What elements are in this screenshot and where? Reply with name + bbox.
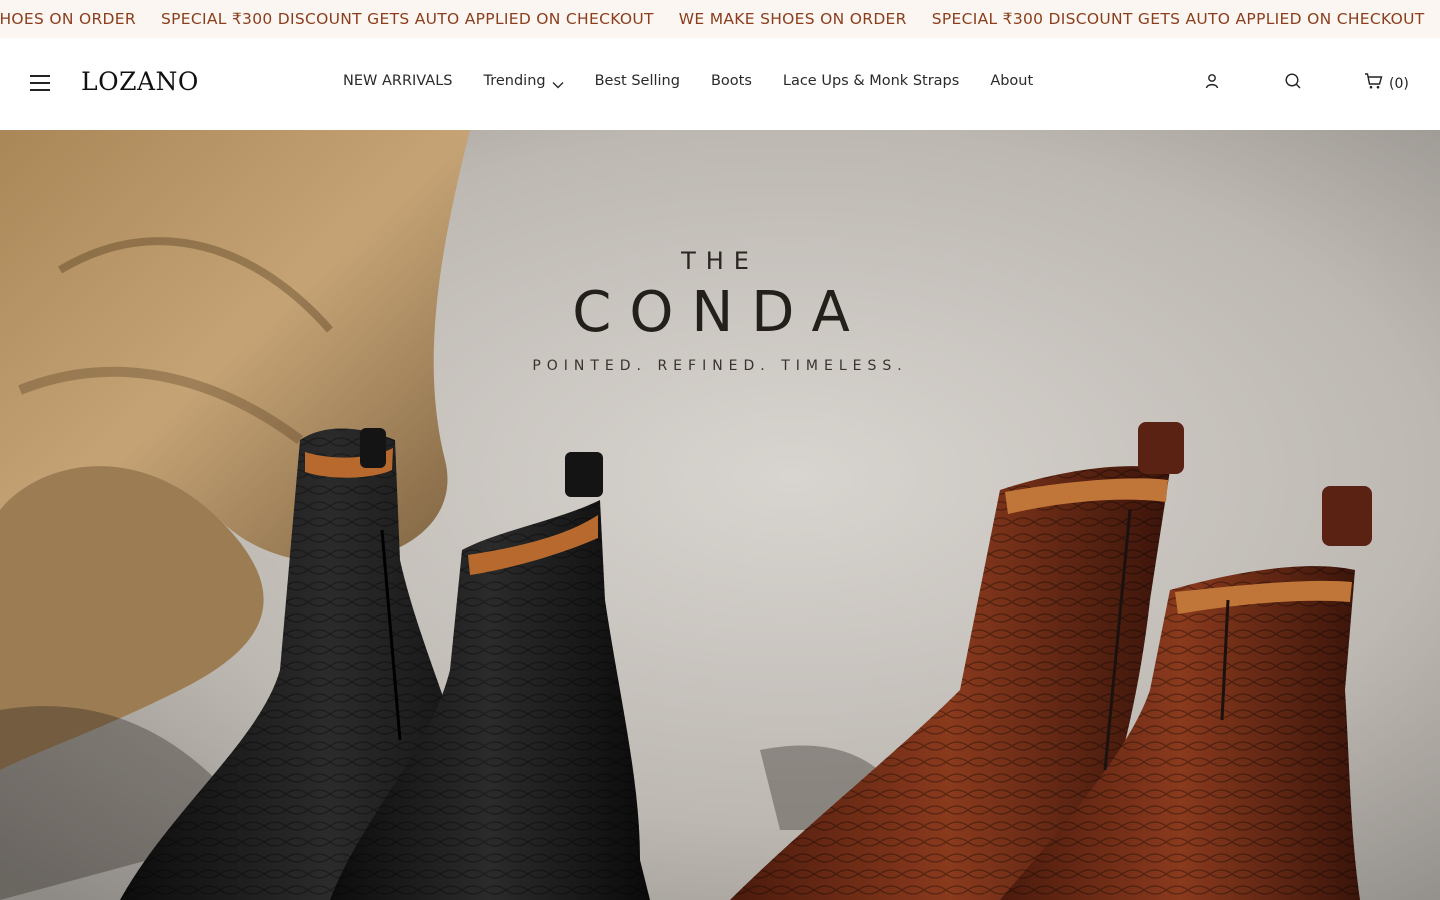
hero-image bbox=[0, 130, 1440, 900]
logo[interactable]: LOZANO bbox=[81, 67, 199, 96]
nav-lace-ups-monk-straps[interactable]: Lace Ups & Monk Straps bbox=[783, 73, 959, 89]
nav-trending[interactable]: Trending bbox=[484, 73, 564, 89]
nav-label: Lace Ups & Monk Straps bbox=[782, 73, 960, 89]
hero-title: CONDA bbox=[572, 280, 868, 345]
menu-icon[interactable] bbox=[30, 75, 50, 91]
nav-about[interactable]: About bbox=[990, 73, 1033, 89]
nav-label: NEW ARRIVALS bbox=[343, 73, 453, 89]
announcement-bar: WE MAKE SHOES ON ORDER SPECIAL ₹300 DISC… bbox=[0, 0, 1440, 38]
chevron-down-icon bbox=[552, 77, 564, 89]
hero-tagline: POINTED. REFINED. TIMELESS. bbox=[532, 358, 908, 374]
hero-eyebrow: THE bbox=[681, 247, 759, 275]
announcement-item: SPECIAL ₹300 DISCOUNT GETS AUTO APPLIED … bbox=[160, 10, 654, 28]
nav-new-arrivals[interactable]: NEW ARRIVALS bbox=[343, 73, 453, 89]
nav-label: About bbox=[990, 73, 1034, 89]
site-header: LOZANO NEW ARRIVALS Trending Best Sellin… bbox=[0, 38, 1440, 130]
announcement-track: WE MAKE SHOES ON ORDER SPECIAL ₹300 DISC… bbox=[0, 0, 1440, 38]
account-icon[interactable] bbox=[1203, 72, 1221, 90]
hero-banner[interactable]: THE CONDA POINTED. REFINED. TIMELESS. bbox=[0, 130, 1440, 900]
cart-icon bbox=[1364, 72, 1383, 95]
main-nav: NEW ARRIVALS Trending Best Selling Boots… bbox=[343, 69, 1064, 93]
nav-label: Trending bbox=[483, 73, 546, 89]
cart-count: (0) bbox=[1389, 75, 1409, 92]
nav-label: Boots bbox=[710, 73, 752, 89]
nav-best-selling[interactable]: Best Selling bbox=[595, 73, 680, 89]
cart-button[interactable]: (0) bbox=[1364, 72, 1409, 95]
announcement-item: WE MAKE SHOES ON ORDER bbox=[678, 10, 907, 28]
nav-label: Best Selling bbox=[594, 73, 680, 89]
nav-boots[interactable]: Boots bbox=[711, 73, 752, 89]
announcement-item: WE MAKE SHOES ON ORDER bbox=[0, 10, 136, 28]
announcement-item: SPECIAL ₹300 DISCOUNT GETS AUTO APPLIED … bbox=[931, 10, 1425, 28]
search-icon[interactable] bbox=[1284, 72, 1302, 90]
